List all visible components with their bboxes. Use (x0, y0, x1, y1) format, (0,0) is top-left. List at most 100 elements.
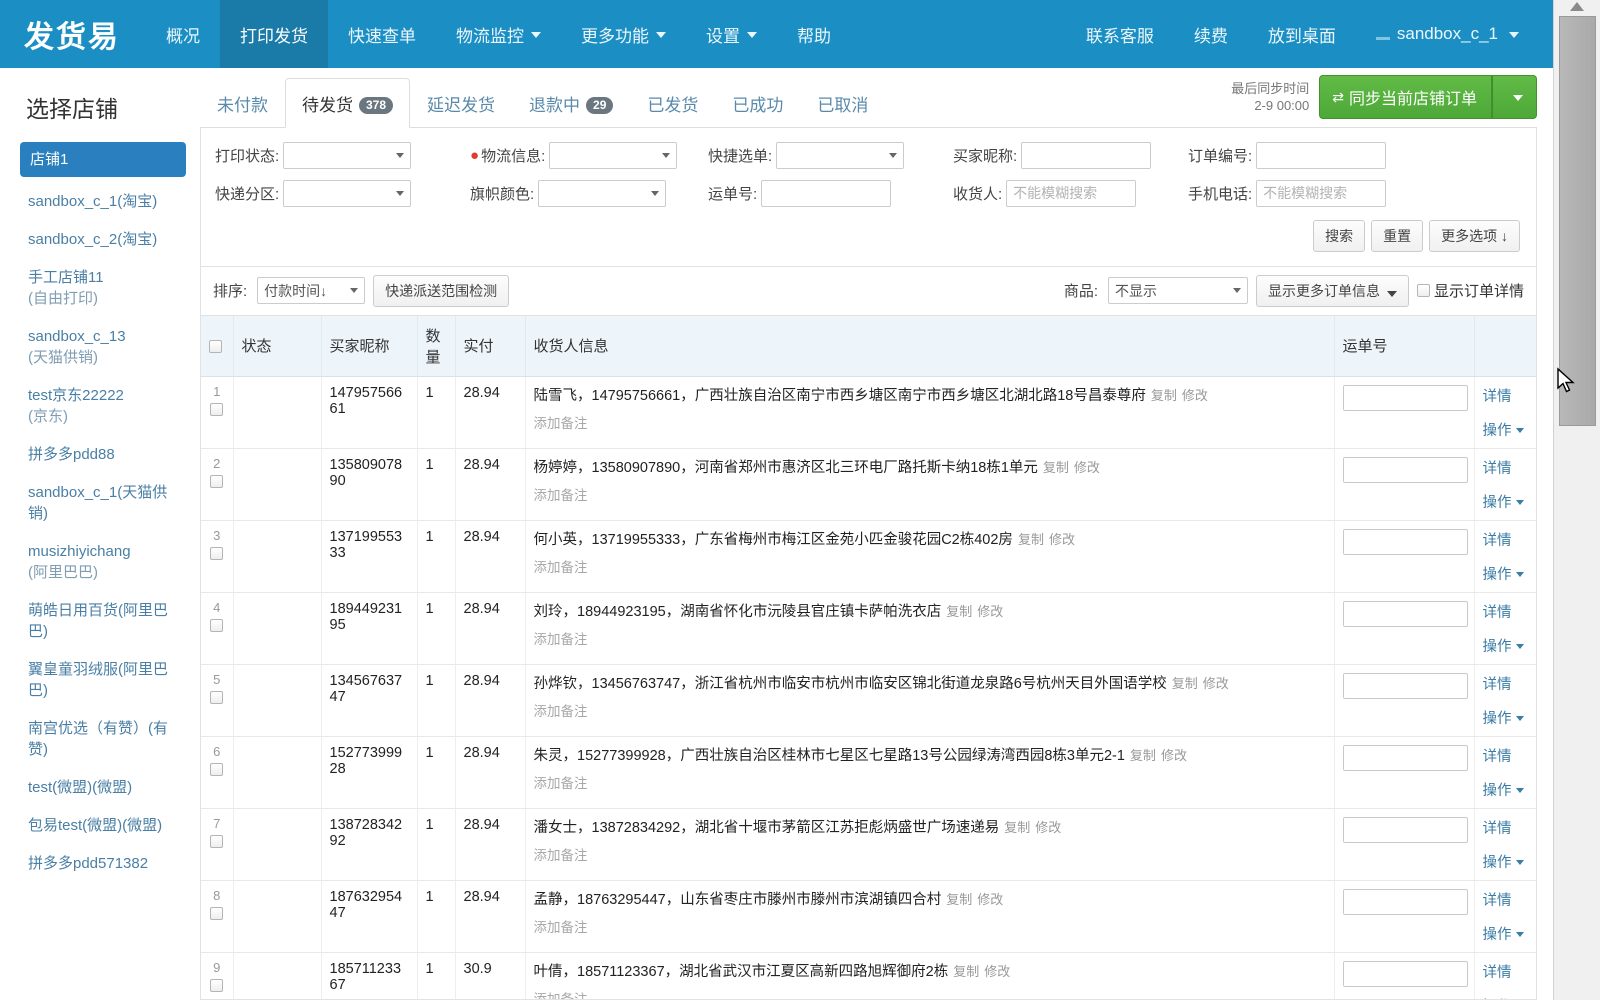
copy-link[interactable]: 复制 (946, 892, 972, 907)
add-note-link[interactable]: 添加备注 (534, 916, 1326, 936)
nav-item-logistics-monitor[interactable]: 物流监控 (436, 0, 561, 68)
copy-link[interactable]: 复制 (1004, 820, 1030, 835)
add-note-link[interactable]: 添加备注 (534, 484, 1326, 504)
print-status-select[interactable] (283, 141, 412, 169)
row-checkbox[interactable] (210, 474, 224, 488)
copy-link[interactable]: 复制 (1130, 748, 1156, 763)
sync-dropdown-button[interactable] (1492, 74, 1537, 119)
detail-link[interactable]: 详情 (1483, 385, 1529, 406)
add-note-link[interactable]: 添加备注 (534, 412, 1326, 432)
detail-link[interactable]: 详情 (1483, 889, 1529, 910)
nav-item-add-to-desktop[interactable]: 放到桌面 (1248, 0, 1356, 68)
sidebar-item-pdd88[interactable]: 拼多多pdd88 (20, 440, 186, 469)
action-menu[interactable]: 操作 (1483, 707, 1529, 728)
checkbox-icon[interactable] (1416, 284, 1430, 298)
phone-input[interactable] (1256, 179, 1387, 207)
sidebar-item-musizhiyichang[interactable]: musizhiyichang (阿里巴巴) (20, 537, 186, 587)
edit-link[interactable]: 修改 (1203, 676, 1229, 691)
nav-item-renew[interactable]: 续费 (1174, 0, 1248, 68)
action-menu[interactable]: 操作 (1483, 923, 1529, 944)
sidebar-item-baoyi-test-weimob[interactable]: 包易test(微盟)(微盟) (20, 811, 186, 840)
nav-item-print-ship[interactable]: 打印发货 (220, 0, 328, 68)
edit-link[interactable]: 修改 (984, 964, 1010, 979)
sidebar-item-manual-shop-11[interactable]: 手工店铺11 (自由打印) (20, 263, 186, 313)
sort-select[interactable]: 付款时间↓ (257, 277, 366, 305)
tab-pending-shipment[interactable]: 待发货 378 (285, 77, 411, 128)
edit-link[interactable]: 修改 (1035, 820, 1061, 835)
detail-link[interactable]: 详情 (1483, 457, 1529, 478)
action-menu[interactable]: 操作 (1483, 419, 1529, 440)
copy-link[interactable]: 复制 (1151, 388, 1177, 403)
edit-link[interactable]: 修改 (1074, 460, 1100, 475)
nav-item-help[interactable]: 帮助 (777, 0, 851, 68)
waybill-input[interactable] (1342, 888, 1468, 915)
scroll-up-arrow-icon[interactable] (1570, 2, 1584, 11)
search-button[interactable]: 搜索 (1313, 219, 1366, 252)
nav-item-more-features[interactable]: 更多功能 (561, 0, 686, 68)
delivery-range-check-button[interactable]: 快递派送范围检测 (373, 274, 510, 307)
action-menu[interactable]: 操作 (1483, 995, 1529, 1000)
detail-link[interactable]: 详情 (1483, 961, 1529, 982)
waybill-input[interactable] (1342, 960, 1468, 987)
waybill-no-input[interactable] (761, 179, 892, 207)
add-note-link[interactable]: 添加备注 (534, 556, 1326, 576)
detail-link[interactable]: 详情 (1483, 673, 1529, 694)
row-checkbox[interactable] (210, 618, 224, 632)
sync-orders-button[interactable]: ⇄ 同步当前店铺订单 (1319, 74, 1492, 119)
copy-link[interactable]: 复制 (946, 604, 972, 619)
copy-link[interactable]: 复制 (953, 964, 979, 979)
nav-item-overview[interactable]: 概况 (146, 0, 220, 68)
row-checkbox[interactable] (210, 690, 224, 704)
edit-link[interactable]: 修改 (977, 892, 1003, 907)
row-checkbox[interactable] (210, 906, 224, 920)
action-menu[interactable]: 操作 (1483, 779, 1529, 800)
copy-link[interactable]: 复制 (1043, 460, 1069, 475)
copy-link[interactable]: 复制 (1018, 532, 1044, 547)
detail-link[interactable]: 详情 (1483, 529, 1529, 550)
sidebar-item-sandbox-c-1-tmall[interactable]: sandbox_c_1(天猫供销) (20, 478, 186, 528)
waybill-input[interactable] (1342, 528, 1468, 555)
edit-link[interactable]: 修改 (1161, 748, 1187, 763)
sidebar-item-sandbox-c-13[interactable]: sandbox_c_13 (天猫供销) (20, 322, 186, 372)
action-menu[interactable]: 操作 (1483, 563, 1529, 584)
waybill-input[interactable] (1342, 384, 1468, 411)
sidebar-item-pdd571382[interactable]: 拼多多pdd571382 (20, 849, 186, 878)
add-note-link[interactable]: 添加备注 (534, 988, 1326, 999)
sidebar-item-yihuangtong[interactable]: 翼皇童羽绒服(阿里巴巴) (20, 655, 186, 705)
waybill-input[interactable] (1342, 816, 1468, 843)
action-menu[interactable]: 操作 (1483, 491, 1529, 512)
order-no-input[interactable] (1256, 141, 1387, 169)
show-order-detail-toggle[interactable]: 显示订单详情 (1416, 280, 1524, 301)
waybill-input[interactable] (1342, 600, 1468, 627)
action-menu[interactable]: 操作 (1483, 635, 1529, 656)
row-checkbox[interactable] (210, 978, 224, 992)
receiver-input[interactable] (1006, 179, 1137, 207)
detail-link[interactable]: 详情 (1483, 745, 1529, 766)
express-zone-select[interactable] (283, 179, 412, 207)
sidebar-item-test-weimob[interactable]: test(微盟)(微盟) (20, 773, 186, 802)
copy-link[interactable]: 复制 (1172, 676, 1198, 691)
row-checkbox[interactable] (210, 546, 224, 560)
add-note-link[interactable]: 添加备注 (534, 772, 1326, 792)
sidebar-item-shop-1[interactable]: 店铺1 (20, 142, 186, 177)
sidebar-item-nangong-youxuan[interactable]: 南宫优选（有赞）(有赞) (20, 714, 186, 764)
sidebar-item-menghao[interactable]: 萌皓日用百货(阿里巴巴) (20, 596, 186, 646)
tab-refunding[interactable]: 退款中 29 (512, 78, 630, 128)
sidebar-item-test-jd-22222[interactable]: test京东22222 (京东) (20, 381, 186, 431)
goods-select[interactable]: 不显示 (1107, 277, 1248, 305)
page-scrollbar[interactable] (1553, 0, 1600, 1000)
tab-shipped[interactable]: 已发货 (630, 78, 715, 128)
quick-select-select[interactable] (776, 141, 905, 169)
action-menu[interactable]: 操作 (1483, 851, 1529, 872)
sidebar-item-sandbox-c-1-taobao[interactable]: sandbox_c_1(淘宝) (20, 187, 186, 216)
tab-unpaid[interactable]: 未付款 (200, 78, 285, 128)
waybill-input[interactable] (1342, 456, 1468, 483)
more-options-button[interactable]: 更多选项 ↓ (1429, 219, 1520, 252)
add-note-link[interactable]: 添加备注 (534, 844, 1326, 864)
buyer-nick-input[interactable] (1021, 141, 1152, 169)
tab-delayed-shipment[interactable]: 延迟发货 (410, 78, 512, 128)
flag-color-select[interactable] (538, 179, 667, 207)
more-order-info-button[interactable]: 显示更多订单信息 (1255, 274, 1409, 307)
reset-button[interactable]: 重置 (1371, 219, 1424, 252)
logistics-select[interactable] (549, 141, 678, 169)
